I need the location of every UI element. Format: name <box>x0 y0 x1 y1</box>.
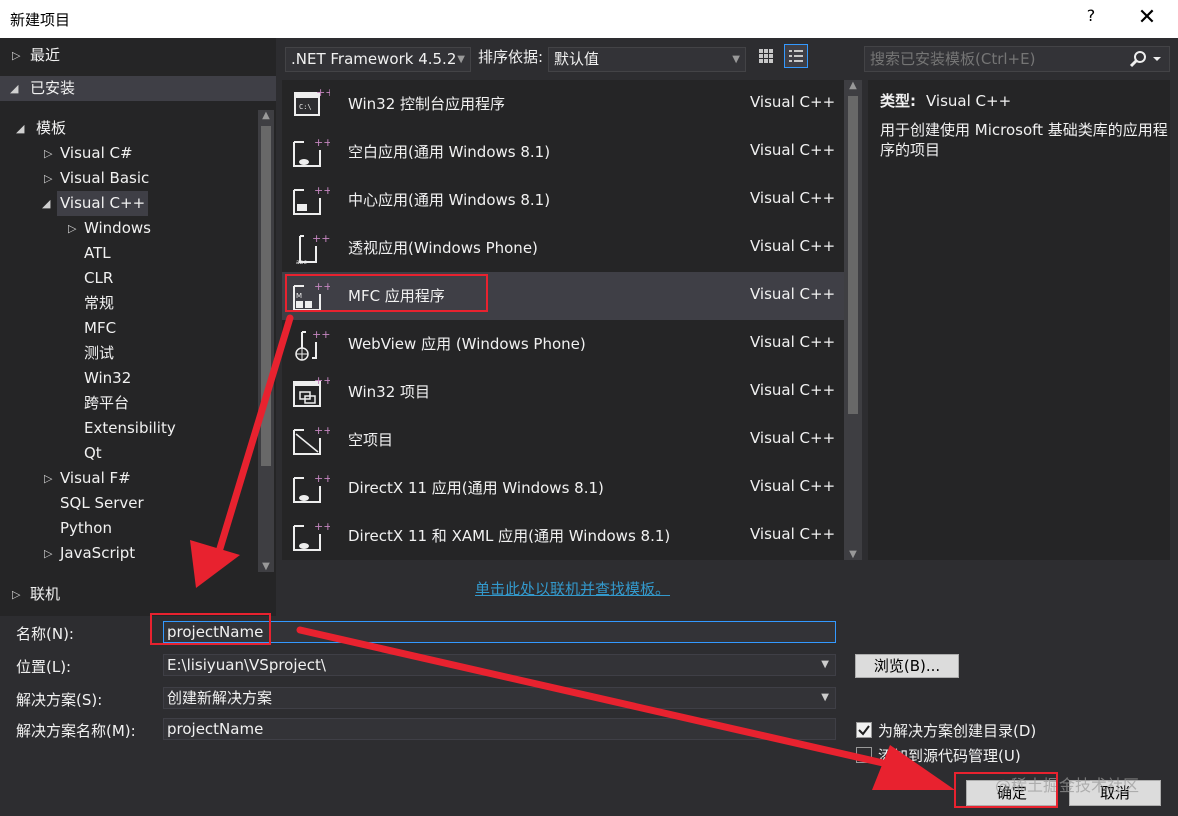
checkbox-checked-icon[interactable] <box>856 722 872 738</box>
framework-dropdown[interactable]: .NET Framework 4.5.2 ▼ <box>285 47 471 72</box>
scroll-up-icon[interactable]: ▲ <box>844 80 862 91</box>
hub-app-icon: ++ <box>293 184 330 215</box>
template-item[interactable]: ++ WebView 应用 (Windows Phone) Visual C++ <box>282 320 844 368</box>
expand-arrow-icon: ▷ <box>68 222 77 235</box>
tree-scroll-thumb[interactable] <box>261 126 271 466</box>
name-label: 名称(N): <box>16 625 74 643</box>
webview-app-icon: ++ <box>295 328 330 361</box>
browse-button[interactable]: 浏览(B)... <box>855 654 959 678</box>
chevron-down-icon: ▼ <box>821 692 829 703</box>
location-dropdown[interactable]: E:\lisiyuan\VSproject\ ▼ <box>163 654 836 676</box>
template-search <box>864 46 1170 72</box>
list-view-button[interactable] <box>784 44 808 68</box>
template-item-selected[interactable]: M ++ MFC 应用程序 Visual C++ <box>282 272 844 320</box>
help-button[interactable]: ? <box>1080 6 1102 30</box>
title-bar: 新建项目 ? ✕ <box>0 0 1178 38</box>
tree-scrollbar[interactable]: ▲ ▼ <box>258 110 274 572</box>
template-item[interactable]: ++ DirectX 11 应用(通用 Windows 8.1) Visual … <box>282 464 844 512</box>
svg-text:++: ++ <box>314 374 330 387</box>
sort-dropdown[interactable]: 默认值 ▼ <box>548 47 746 72</box>
win32-project-icon: ++ <box>293 374 330 407</box>
scroll-down-icon[interactable]: ▼ <box>844 549 862 560</box>
svg-text:C:\: C:\ <box>299 103 312 111</box>
svg-text:++: ++ <box>312 232 330 245</box>
svg-text:++: ++ <box>316 86 330 99</box>
directx-xaml-app-icon: ++ <box>293 520 330 551</box>
tree-item-installed[interactable]: ◢ 已安装 <box>0 76 276 101</box>
grid-view-icon <box>759 49 773 63</box>
mfc-app-icon: M ++ <box>293 280 330 311</box>
search-input[interactable] <box>865 47 1125 71</box>
template-item[interactable]: ++ 空白应用(通用 Windows 8.1) Visual C++ <box>282 128 844 176</box>
online-templates-link[interactable]: 单击此处以联机并查找模板。 <box>475 578 670 599</box>
template-item[interactable]: ++ DirectX 11 和 XAML 应用(通用 Windows 8.1) … <box>282 512 844 560</box>
svg-text:++: ++ <box>314 472 330 485</box>
svg-text:++: ++ <box>314 424 330 437</box>
template-list: C:\ ++ Win32 控制台应用程序 Visual C++ ++ 空白应用(… <box>282 80 844 560</box>
collapse-arrow-icon: ◢ <box>42 197 51 210</box>
svg-text:++: ++ <box>314 184 330 197</box>
template-type: 类型: Visual C++ <box>880 92 1012 110</box>
expand-arrow-icon: ▷ <box>44 472 53 485</box>
close-button[interactable]: ✕ <box>1132 3 1162 33</box>
template-scroll-thumb[interactable] <box>848 96 858 414</box>
template-description: 用于创建使用 Microsoft 基础类库的应用程序的项目 <box>880 121 1168 159</box>
svg-text:++: ++ <box>314 280 330 293</box>
directx-app-icon: ++ <box>293 472 330 503</box>
watermark: @稀土掘金技术社区 <box>995 776 1140 795</box>
checkbox-unchecked-icon[interactable] <box>856 747 872 763</box>
template-item[interactable]: ++ Win32 项目 Visual C++ <box>282 368 844 416</box>
scroll-down-icon[interactable]: ▼ <box>258 561 274 572</box>
search-icon[interactable] <box>1125 49 1165 69</box>
template-item[interactable]: abc ++ 透视应用(Windows Phone) Visual C++ <box>282 224 844 272</box>
chevron-down-icon: ▼ <box>821 659 829 670</box>
svg-text:M: M <box>296 292 302 300</box>
expand-arrow-icon: ▷ <box>44 147 53 160</box>
svg-text:++: ++ <box>312 328 330 341</box>
pivot-app-icon: abc ++ <box>296 232 330 266</box>
window-title: 新建项目 <box>10 11 71 29</box>
category-tree: ▷ 最近 ◢ 已安装 ◢ 模板 ▷ Visual C# ▷ Visual Bas… <box>0 38 276 616</box>
template-item[interactable]: ++ 中心应用(通用 Windows 8.1) Visual C++ <box>282 176 844 224</box>
svg-text:abc: abc <box>296 259 307 266</box>
project-name-input[interactable]: projectName <box>163 621 836 643</box>
expand-arrow-icon: ▷ <box>12 49 21 62</box>
solution-name-input[interactable]: projectName <box>163 718 836 740</box>
solution-name-label: 解决方案名称(M): <box>16 722 136 740</box>
location-label: 位置(L): <box>16 658 72 676</box>
solution-dropdown[interactable]: 创建新解决方案 ▼ <box>163 687 836 709</box>
chevron-down-icon: ▼ <box>457 54 465 65</box>
expand-arrow-icon: ▷ <box>44 172 53 185</box>
template-toolbar: .NET Framework 4.5.2 ▼ 排序依据: 默认值 ▼ <box>280 42 860 76</box>
collapse-arrow-icon: ◢ <box>10 82 19 95</box>
expand-arrow-icon: ▷ <box>12 588 21 601</box>
template-item[interactable]: ++ 空项目 Visual C++ <box>282 416 844 464</box>
grid-view-button[interactable] <box>754 44 778 68</box>
console-app-icon: C:\ ++ <box>294 86 330 116</box>
solution-label: 解决方案(S): <box>16 691 103 709</box>
svg-text:++: ++ <box>314 520 330 533</box>
scroll-up-icon[interactable]: ▲ <box>258 110 274 121</box>
svg-text:++: ++ <box>314 136 330 149</box>
template-item[interactable]: C:\ ++ Win32 控制台应用程序 Visual C++ <box>282 80 844 128</box>
template-scrollbar[interactable]: ▲ ▼ <box>844 80 862 560</box>
collapse-arrow-icon: ◢ <box>16 122 25 135</box>
empty-project-icon: ++ <box>293 424 330 455</box>
template-info-panel: 类型: Visual C++ 用于创建使用 Microsoft 基础类库的应用程序… <box>868 80 1170 560</box>
blank-app-icon: ++ <box>293 136 330 167</box>
chevron-down-icon: ▼ <box>732 54 740 65</box>
expand-arrow-icon: ▷ <box>44 547 53 560</box>
list-view-icon <box>789 50 803 62</box>
sort-label: 排序依据: <box>478 48 544 66</box>
